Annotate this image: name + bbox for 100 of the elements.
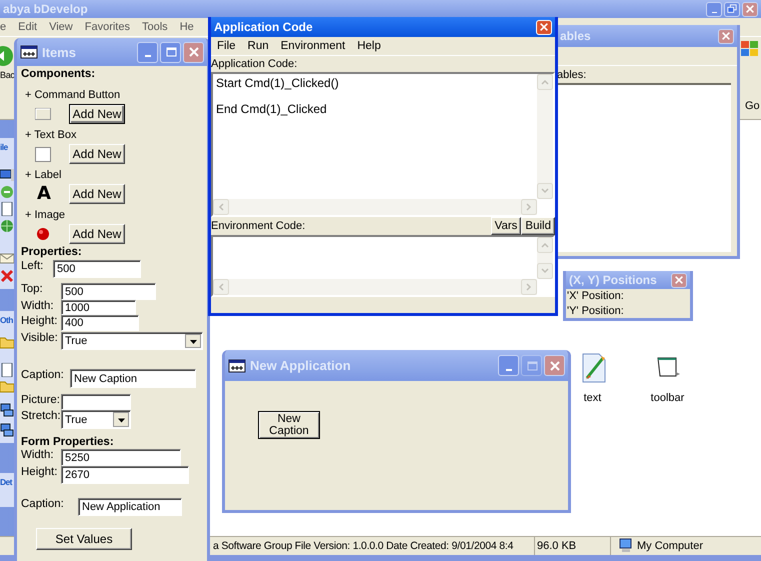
input-field[interactable]: 400 [61, 315, 139, 331]
component-label: + Image [25, 209, 66, 223]
minimize-icon [144, 55, 150, 57]
input-field[interactable]: New Application [78, 498, 182, 516]
folder-icon [0, 379, 14, 393]
vertical-scrollbar[interactable] [537, 237, 553, 279]
menu-item[interactable]: Tools [136, 21, 174, 33]
chevron-right-icon [521, 199, 537, 215]
position-label: 'Y' Position: [567, 304, 624, 318]
restore-icon [727, 4, 737, 14]
field-label: Picture: [21, 394, 61, 406]
minimize-icon [712, 12, 716, 14]
menu-item[interactable]: Run [242, 40, 275, 52]
close-button[interactable] [742, 2, 758, 16]
maximize-button[interactable] [160, 42, 181, 62]
environment-editor[interactable] [211, 235, 555, 297]
text-box-preview-icon [35, 146, 51, 162]
window-title: abya bDevelop [3, 2, 88, 16]
menu-item[interactable]: He [174, 21, 200, 33]
field-label: Width: [21, 300, 55, 312]
menu-item[interactable]: View [43, 21, 79, 33]
file-name[interactable]: toolbar [650, 392, 684, 404]
set-values-button[interactable]: Set Values [36, 528, 132, 550]
input-field[interactable]: 500 [61, 283, 156, 300]
code-text: Start Cmd(1)_Clicked() End Cmd(1)_Clicked [216, 77, 339, 116]
minimize-button[interactable] [137, 42, 158, 62]
input-field[interactable]: 500 [53, 260, 141, 278]
add-new-button[interactable]: Add New [69, 104, 125, 124]
pane-heading[interactable]: ile [0, 142, 8, 152]
chevron-down-icon [537, 263, 553, 279]
section-label: Application Code: [211, 57, 298, 72]
add-new-button[interactable]: Add New [69, 224, 125, 244]
input-field[interactable]: 2670 [61, 466, 189, 484]
restore-button[interactable] [724, 2, 740, 16]
menu-item[interactable]: e [0, 21, 12, 33]
close-icon [548, 360, 560, 372]
component-label: + Text Box [25, 129, 78, 143]
chevron-left-icon [213, 199, 229, 215]
chevron-left-icon [213, 279, 229, 295]
add-new-button[interactable]: Add New [69, 184, 125, 204]
menu-item[interactable]: File [211, 40, 242, 52]
command-button[interactable]: New Caption [258, 411, 320, 439]
component-label: + Label [25, 169, 62, 183]
network-icon [0, 403, 14, 417]
menu-item[interactable]: Environment [274, 40, 352, 52]
chevron-right-icon [521, 279, 537, 295]
window-title: Items [41, 44, 76, 60]
document-icon [0, 202, 14, 216]
close-button[interactable] [544, 355, 565, 376]
input-field[interactable]: 1000 [61, 300, 136, 315]
minimize-icon [506, 368, 512, 370]
field-label: Caption: [21, 369, 65, 381]
dropdown[interactable]: True [61, 410, 131, 429]
position-label: 'X' Position: [567, 289, 624, 304]
chevron-up-icon [537, 74, 553, 90]
section-heading: Form Properties: [21, 436, 115, 448]
label-preview-icon: A [37, 185, 51, 203]
folder-icon [0, 335, 14, 349]
menu-item[interactable]: Favorites [78, 21, 136, 33]
close-icon [721, 31, 731, 41]
close-button[interactable] [671, 272, 687, 288]
document-icon [0, 363, 14, 377]
toolbar-button[interactable]: Build [521, 217, 555, 235]
toolbar-button[interactable]: Vars [490, 217, 522, 235]
window-title: (X, Y) Positions [569, 273, 657, 287]
back-label[interactable]: Bac [0, 70, 15, 80]
section-heading: Components: [21, 68, 96, 80]
window-title: New Application [249, 358, 351, 373]
minimize-button[interactable] [706, 2, 722, 16]
status-size: 96.0 KB [537, 540, 576, 552]
code-editor[interactable]: Start Cmd(1)_Clicked() End Cmd(1)_Clicked [211, 72, 555, 217]
windows-logo-icon [740, 39, 760, 59]
close-button[interactable] [718, 28, 734, 44]
field-label: Stretch: [21, 410, 61, 422]
vertical-scrollbar[interactable] [537, 74, 553, 199]
horizontal-scrollbar[interactable] [213, 199, 537, 215]
field-label: Top: [21, 283, 44, 295]
computer-icon [0, 168, 14, 182]
dropdown[interactable]: True [61, 332, 203, 350]
column-label: ables: [557, 68, 586, 80]
menu-item[interactable]: Help [351, 40, 387, 52]
chevron-down-icon [537, 183, 553, 199]
menu-item[interactable]: Edit [12, 21, 44, 33]
close-icon [674, 275, 684, 285]
field-label: Height: [21, 466, 58, 478]
minimize-button[interactable] [498, 355, 519, 376]
pane-heading[interactable]: Oth [0, 315, 13, 325]
dropdown-value: True [65, 335, 88, 347]
input-field[interactable] [61, 394, 131, 410]
horizontal-scrollbar[interactable] [213, 279, 537, 295]
maximize-icon [164, 46, 176, 58]
close-button[interactable] [183, 42, 204, 62]
input-field[interactable]: 5250 [61, 449, 181, 466]
pane-heading[interactable]: Det [0, 477, 12, 487]
add-new-button[interactable]: Add New [69, 144, 125, 164]
component-label: + Command Button [25, 89, 122, 103]
file-name[interactable]: text [584, 392, 602, 404]
button-preview-icon [35, 108, 51, 120]
input-field[interactable]: New Caption [70, 369, 196, 388]
network-icon [0, 423, 14, 437]
